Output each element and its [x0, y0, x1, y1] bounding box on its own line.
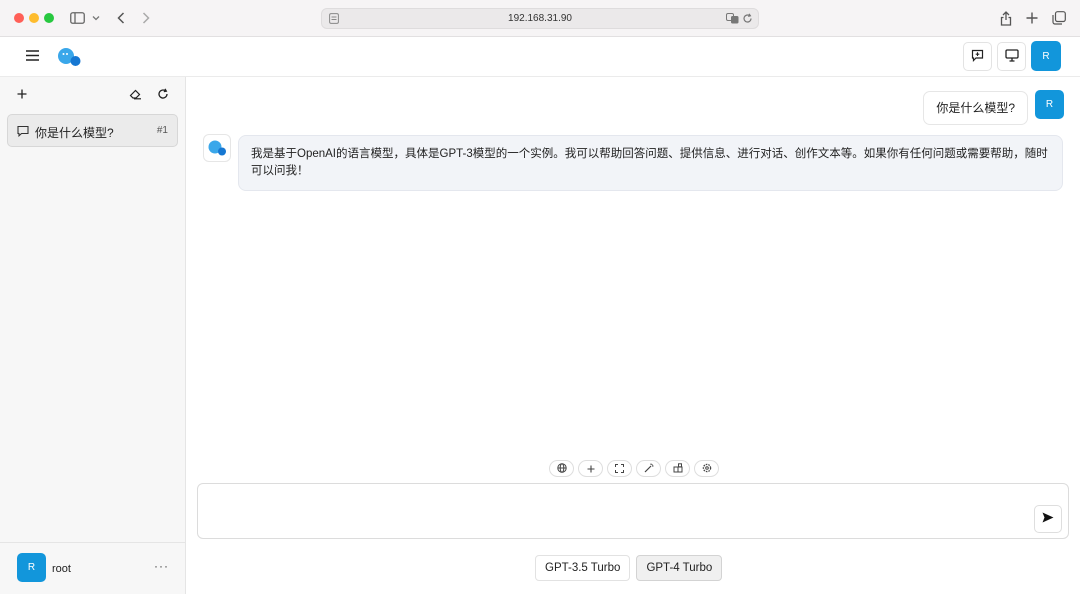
menu-icon[interactable] [25, 49, 41, 65]
feedback-icon [971, 49, 984, 65]
conversation-number: #1 [156, 125, 168, 136]
display-icon [1004, 48, 1019, 65]
url-text: 192.168.31.90 [508, 13, 572, 24]
share-icon[interactable] [998, 9, 1014, 27]
globe-button[interactable] [549, 460, 574, 477]
user-message-avatar: R [1035, 90, 1064, 119]
refresh-button[interactable] [155, 87, 171, 103]
sidebar: 你是什么模型? #1 R root ··· [0, 77, 186, 594]
plugin-icon [673, 462, 683, 476]
minimize-window-button[interactable] [29, 13, 39, 23]
add-button[interactable] [578, 460, 603, 477]
translate-icon[interactable] [726, 13, 739, 27]
user-avatar[interactable]: R [17, 553, 46, 582]
model-gpt-3-5-turbo[interactable]: GPT-3.5 Turbo [535, 555, 631, 581]
chat-area: 你是什么模型? R 我是基于OpenAI的语言模型，具体是GPT-3模型的一个实… [187, 77, 1080, 594]
more-options-button[interactable]: ··· [154, 559, 169, 573]
model-gpt-4-turbo[interactable]: GPT-4 Turbo [636, 555, 723, 581]
new-tab-icon[interactable] [1024, 9, 1040, 27]
sidebar-toggle-icon[interactable] [68, 9, 86, 27]
zoom-window-button[interactable] [44, 13, 54, 23]
message-input[interactable] [208, 492, 1028, 532]
chevron-down-icon[interactable] [90, 9, 102, 27]
model-selector: GPT-3.5 Turbo GPT-4 Turbo [535, 555, 723, 581]
clear-button[interactable] [127, 87, 143, 103]
message-input-box [197, 483, 1069, 539]
refresh-icon [157, 87, 169, 103]
avatar[interactable]: R [1031, 41, 1061, 71]
user-avatar-letter: R [27, 562, 36, 573]
settings-button[interactable] [694, 460, 719, 477]
user-message: 你是什么模型? [923, 91, 1028, 125]
avatar-letter: R [1042, 50, 1050, 62]
plus-icon [587, 462, 595, 476]
eraser-icon [129, 88, 142, 103]
user-panel: R root ··· [0, 542, 186, 594]
assistant-message: 我是基于OpenAI的语言模型，具体是GPT-3模型的一个实例。我可以帮助回答问… [238, 135, 1063, 191]
address-bar[interactable]: 192.168.31.90 [321, 8, 759, 29]
app-header: R [0, 37, 1080, 77]
plugin-button[interactable] [665, 460, 690, 477]
chat-toolbar [549, 460, 719, 477]
fullscreen-button[interactable] [607, 460, 632, 477]
feedback-button[interactable] [963, 42, 992, 71]
back-icon[interactable] [113, 9, 129, 27]
username: root [52, 563, 71, 575]
send-icon [1042, 512, 1054, 526]
bot-avatar [203, 134, 231, 162]
chat-bubble-icon [17, 125, 29, 140]
conversation-title: 你是什么模型? [35, 126, 114, 140]
new-chat-button[interactable] [14, 87, 30, 103]
settings-icon [702, 462, 712, 476]
plus-icon [17, 88, 27, 102]
conversation-item[interactable]: 你是什么模型? #1 [7, 114, 178, 147]
display-button[interactable] [997, 42, 1026, 71]
forward-icon[interactable] [138, 9, 154, 27]
browser-toolbar: 192.168.31.90 [0, 0, 1080, 37]
reload-icon[interactable] [742, 13, 753, 27]
close-window-button[interactable] [14, 13, 24, 23]
globe-icon [556, 462, 567, 476]
app-logo [56, 46, 82, 68]
fullscreen-icon [615, 462, 624, 476]
magic-wand-button[interactable] [636, 460, 661, 477]
tabs-overview-icon[interactable] [1051, 9, 1067, 27]
user-message-avatar-letter: R [1045, 99, 1054, 110]
send-button[interactable] [1034, 505, 1062, 533]
magic-wand-icon [644, 462, 654, 476]
